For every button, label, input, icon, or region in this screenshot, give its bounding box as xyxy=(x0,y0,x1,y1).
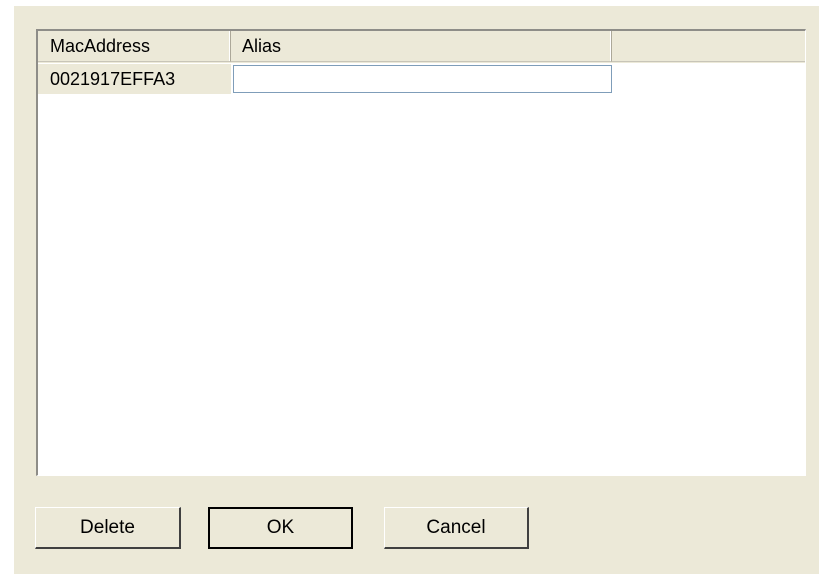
device-alias-list[interactable]: MacAddress Alias 0021917EFFA3 xyxy=(36,29,806,476)
column-header-alias[interactable]: Alias xyxy=(231,31,612,62)
cancel-button[interactable]: Cancel xyxy=(384,507,529,549)
alias-input[interactable] xyxy=(233,65,612,93)
table-row[interactable]: 0021917EFFA3 xyxy=(38,64,612,94)
column-header-filler xyxy=(612,31,805,62)
delete-button[interactable]: Delete xyxy=(35,507,181,549)
macaddress-cell[interactable]: 0021917EFFA3 xyxy=(38,64,231,94)
list-header: MacAddress Alias xyxy=(38,31,805,63)
column-header-macaddress[interactable]: MacAddress xyxy=(38,31,231,62)
ok-button[interactable]: OK xyxy=(208,507,353,549)
